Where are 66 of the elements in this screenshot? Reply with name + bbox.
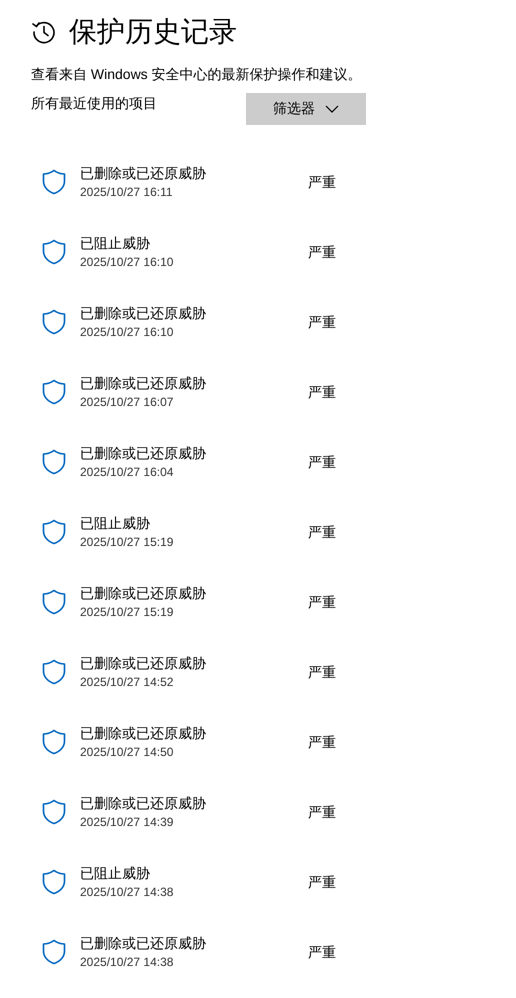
shield-icon bbox=[42, 239, 66, 265]
item-time: 2025/10/27 16:11 bbox=[80, 184, 174, 200]
item-time: 2025/10/27 14:39 bbox=[80, 814, 174, 830]
item-time: 2025/10/27 14:52 bbox=[80, 674, 174, 690]
page-title: 保护历史记录 bbox=[69, 15, 237, 49]
severity-label: 严重 bbox=[308, 593, 336, 612]
item-time: 2025/10/27 15:19 bbox=[80, 604, 174, 620]
history-item[interactable]: 已阻止威胁 2025/10/27 16:10 严重 bbox=[31, 217, 485, 287]
item-title: 已删除或已还原威胁 bbox=[80, 934, 207, 952]
severity-label: 严重 bbox=[308, 523, 336, 542]
item-time: 2025/10/27 14:38 bbox=[80, 884, 174, 900]
filter-button[interactable]: 筛选器 bbox=[246, 93, 366, 125]
item-title: 已删除或已还原威胁 bbox=[80, 724, 207, 742]
severity-label: 严重 bbox=[308, 173, 336, 192]
severity-label: 严重 bbox=[308, 453, 336, 472]
shield-icon bbox=[42, 869, 66, 895]
shield-icon bbox=[42, 379, 66, 405]
history-item[interactable]: 已删除或已还原威胁 2025/10/27 14:52 严重 bbox=[31, 637, 485, 707]
severity-label: 严重 bbox=[308, 663, 336, 682]
shield-icon bbox=[42, 589, 66, 615]
shield-icon bbox=[42, 169, 66, 195]
history-icon bbox=[31, 19, 57, 45]
severity-label: 严重 bbox=[308, 803, 336, 822]
item-time: 2025/10/27 14:38 bbox=[80, 954, 174, 970]
shield-icon bbox=[42, 309, 66, 335]
item-time: 2025/10/27 16:07 bbox=[80, 394, 174, 410]
item-title: 已阻止威胁 bbox=[80, 514, 151, 532]
history-item[interactable]: 已删除或已还原威胁 2025/10/27 16:07 严重 bbox=[31, 357, 485, 427]
section-label: 所有最近使用的项目 bbox=[31, 94, 158, 113]
shield-icon bbox=[42, 939, 66, 965]
shield-icon bbox=[42, 799, 66, 825]
item-title: 已删除或已还原威胁 bbox=[80, 374, 207, 392]
history-item[interactable]: 已阻止威胁 2025/10/27 14:38 严重 bbox=[31, 847, 485, 917]
severity-label: 严重 bbox=[308, 243, 336, 262]
item-title: 已阻止威胁 bbox=[80, 234, 151, 252]
severity-label: 严重 bbox=[308, 873, 336, 892]
item-title: 已删除或已还原威胁 bbox=[80, 164, 207, 182]
item-title: 已阻止威胁 bbox=[80, 864, 151, 882]
severity-label: 严重 bbox=[308, 733, 336, 752]
shield-icon bbox=[42, 449, 66, 475]
item-title: 已删除或已还原威胁 bbox=[80, 304, 207, 322]
history-item[interactable]: 已删除或已还原威胁 2025/10/27 16:11 严重 bbox=[31, 147, 485, 217]
item-title: 已删除或已还原威胁 bbox=[80, 654, 207, 672]
history-item[interactable]: 已删除或已还原威胁 2025/10/27 15:19 严重 bbox=[31, 567, 485, 637]
chevron-down-icon bbox=[325, 105, 339, 113]
item-time: 2025/10/27 16:04 bbox=[80, 464, 174, 480]
history-item[interactable]: 已删除或已还原威胁 2025/10/27 14:50 严重 bbox=[31, 707, 485, 777]
severity-label: 严重 bbox=[308, 313, 336, 332]
item-time: 2025/10/27 14:50 bbox=[80, 744, 174, 760]
severity-label: 严重 bbox=[308, 383, 336, 402]
shield-icon bbox=[42, 519, 66, 545]
history-item[interactable]: 已删除或已还原威胁 2025/10/27 14:39 严重 bbox=[31, 777, 485, 847]
history-item[interactable]: 已删除或已还原威胁 2025/10/27 14:38 严重 bbox=[31, 917, 485, 987]
history-item[interactable]: 已删除或已还原威胁 2025/10/27 16:10 严重 bbox=[31, 287, 485, 357]
shield-icon bbox=[42, 729, 66, 755]
shield-icon bbox=[42, 659, 66, 685]
item-title: 已删除或已还原威胁 bbox=[80, 444, 207, 462]
item-time: 2025/10/27 15:19 bbox=[80, 534, 174, 550]
page-description: 查看来自 Windows 安全中心的最新保护操作和建议。 bbox=[31, 65, 363, 84]
severity-label: 严重 bbox=[308, 943, 336, 962]
item-title: 已删除或已还原威胁 bbox=[80, 794, 207, 812]
item-title: 已删除或已还原威胁 bbox=[80, 584, 207, 602]
history-item[interactable]: 已阻止威胁 2025/10/27 15:19 严重 bbox=[31, 497, 485, 567]
item-time: 2025/10/27 16:10 bbox=[80, 324, 174, 340]
history-item[interactable]: 已删除或已还原威胁 2025/10/27 16:04 严重 bbox=[31, 427, 485, 497]
item-time: 2025/10/27 16:10 bbox=[80, 254, 174, 270]
